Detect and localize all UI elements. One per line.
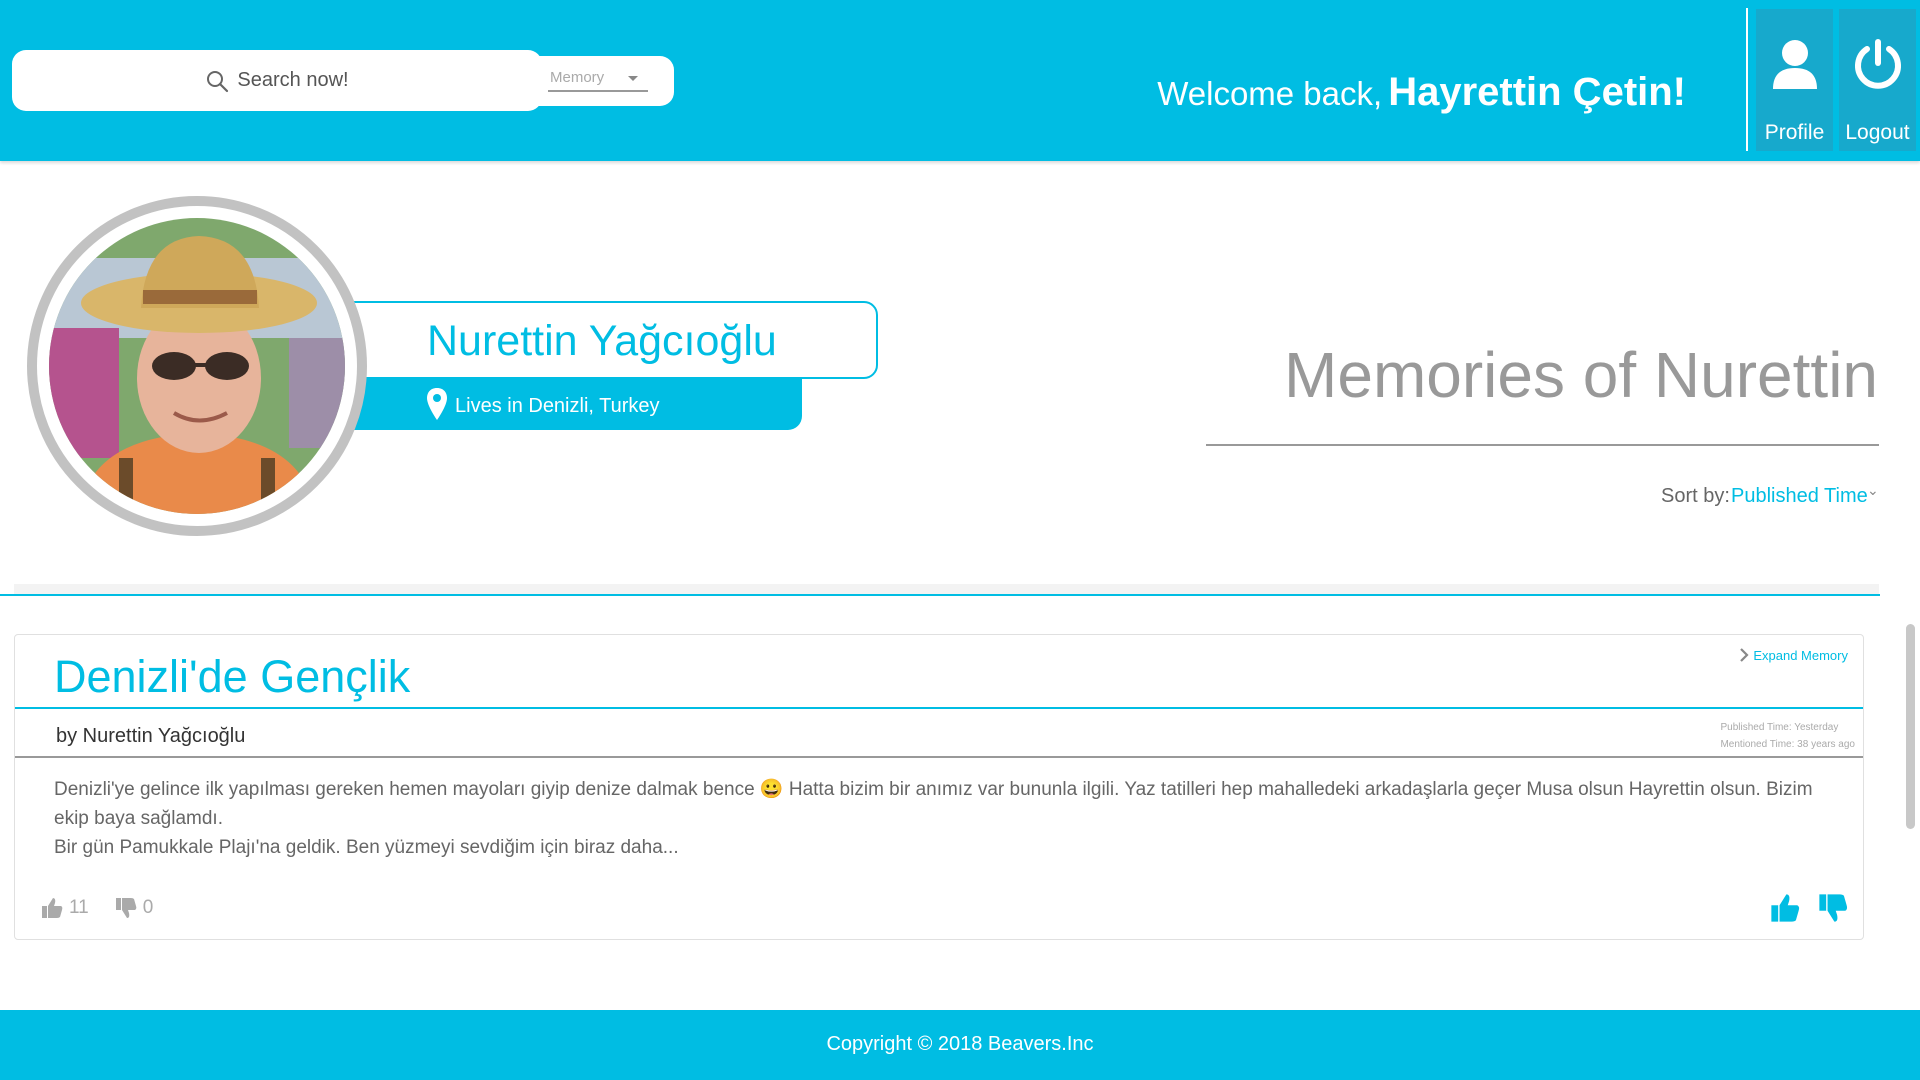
sort-select[interactable]: Published Time xyxy=(1731,485,1868,508)
expand-memory-label: Expand Memory xyxy=(1753,647,1848,663)
vote-counts: 11 0 xyxy=(41,897,179,919)
map-pin-icon xyxy=(427,388,447,420)
memory-body: Denizli'ye gelince ilk yapılması gereken… xyxy=(54,775,1844,862)
memory-times: Published Time: Yesterday Mentioned Time… xyxy=(1720,719,1855,753)
sort-label: Sort by: xyxy=(1661,485,1730,507)
header-divider xyxy=(1746,8,1748,151)
welcome-user-name: Hayrettin Çetin! xyxy=(1388,70,1686,114)
thumbs-down-icon xyxy=(1819,894,1848,922)
power-icon xyxy=(1854,39,1901,89)
dislike-button[interactable] xyxy=(1818,893,1848,928)
thumbs-up-icon xyxy=(1771,894,1800,922)
memories-title-underline xyxy=(1206,444,1879,446)
logout-label: Logout xyxy=(1845,121,1910,144)
welcome-message: Welcome back, Hayrettin Çetin! xyxy=(1157,70,1686,115)
published-time: Published Time: Yesterday xyxy=(1720,722,1839,733)
profile-location: Lives in Denizli, Turkey xyxy=(455,395,660,417)
search-category-select[interactable]: Memory xyxy=(548,66,648,92)
like-count: 11 xyxy=(69,897,89,918)
memory-body-line: Bir gün Pamukkale Plajı'na geldik. Ben y… xyxy=(54,837,679,858)
footer-copyright: Copyright © 2018 Beavers.Inc xyxy=(826,1033,1094,1055)
profile-location-bar: Lives in Denizli, Turkey xyxy=(350,378,802,430)
search-category-container: Memory xyxy=(528,56,674,106)
memory-title-rule xyxy=(15,707,1863,709)
expand-memory-link[interactable]: Expand Memory xyxy=(1739,647,1848,663)
memories-title: Memories of Nurettin xyxy=(1284,339,1878,411)
page-footer: Copyright © 2018 Beavers.Inc xyxy=(0,1010,1920,1080)
search-category-value: Memory xyxy=(550,69,605,86)
top-header: Search now! Memory Welcome back, Hayretti… xyxy=(0,0,1920,161)
chevron-right-icon xyxy=(1740,648,1749,662)
mentioned-time: Mentioned Time: 38 years ago xyxy=(1720,739,1855,750)
logout-button[interactable]: Logout xyxy=(1839,9,1916,151)
profile-name: Nurettin Yağcıoğlu xyxy=(427,317,777,365)
like-button[interactable] xyxy=(1770,893,1800,928)
search-icon xyxy=(207,70,229,92)
user-icon xyxy=(1772,40,1817,89)
welcome-prefix: Welcome back, xyxy=(1157,75,1383,112)
section-divider xyxy=(0,594,1880,596)
memory-author[interactable]: by Nurettin Yağcıoğlu xyxy=(56,725,245,748)
profile-label: Profile xyxy=(1764,121,1825,144)
search-input[interactable]: Search now! xyxy=(12,50,542,111)
vote-actions xyxy=(1752,893,1848,928)
profile-avatar xyxy=(49,218,345,514)
memory-author-rule xyxy=(15,756,1863,758)
memory-title[interactable]: Denizli'de Gençlik xyxy=(54,651,410,703)
thumbs-up-icon xyxy=(42,898,63,918)
section-shade xyxy=(14,584,1879,594)
search-placeholder: Search now! xyxy=(237,69,349,91)
profile-name-box: Nurettin Yağcıoğlu xyxy=(350,301,878,379)
memory-card: Denizli'de Gençlik Expand Memory by Nure… xyxy=(14,634,1864,940)
profile-button[interactable]: Profile xyxy=(1756,9,1833,151)
caret-down-icon xyxy=(628,76,638,81)
chevron-down-icon[interactable]: ⌄ xyxy=(1867,482,1879,499)
page-scrollbar[interactable] xyxy=(1906,624,1915,829)
memory-body-line: Denizli'ye gelince ilk yapılması gereken… xyxy=(54,779,1813,829)
avatar-photo xyxy=(49,218,345,514)
thumbs-down-icon xyxy=(115,898,137,918)
dislike-count: 0 xyxy=(142,897,154,918)
profile-avatar-ring xyxy=(27,196,367,536)
